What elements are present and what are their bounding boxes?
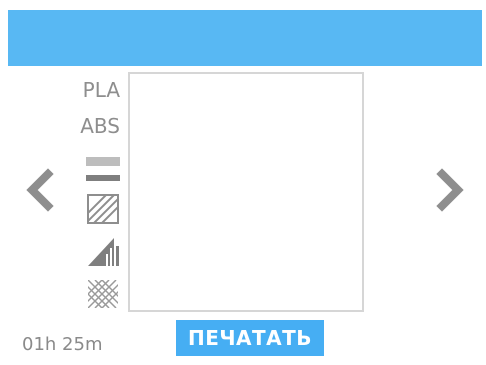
print-speed-icon[interactable] [84,236,122,268]
infill-density-icon[interactable] [84,278,122,310]
chevron-right-icon[interactable] [430,168,470,212]
material-abs[interactable]: ABS [60,114,120,138]
layer-height-icon[interactable] [84,155,122,187]
print-button[interactable]: ПЕЧАТАТЬ [176,320,324,356]
model-preview [128,72,364,312]
printer-screen: PLA ABS 01h 25m ПЕЧАТАТЬ [0,0,486,365]
chevron-left-icon[interactable] [20,168,60,212]
shell-thickness-icon[interactable] [84,193,122,225]
material-pla[interactable]: PLA [60,78,120,102]
print-time-estimate: 01h 25m [22,334,103,355]
header-bar [8,10,482,66]
